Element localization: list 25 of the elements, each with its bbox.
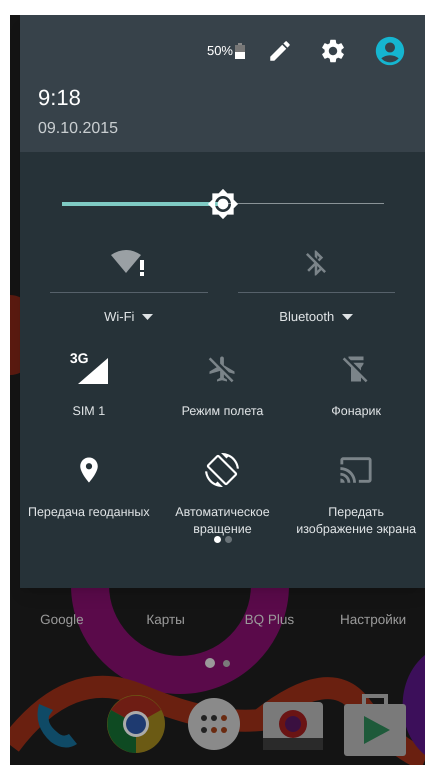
store-bag-icon[interactable]: [344, 692, 406, 756]
tile-label[interactable]: Фонарик: [290, 402, 422, 420]
brightness-slider[interactable]: [62, 190, 384, 218]
app-label[interactable]: Google: [40, 610, 84, 630]
brightness-thumb-icon[interactable]: [206, 188, 238, 220]
app-label[interactable]: Настройки: [340, 610, 406, 630]
user-account-icon[interactable]: [373, 34, 407, 68]
tile-dropdown[interactable]: Wi-Fi: [104, 307, 154, 326]
browser-app-icon[interactable]: [106, 694, 166, 754]
battery-icon: [235, 43, 245, 59]
app-label[interactable]: Карты: [146, 610, 185, 630]
date-text: 09.10.2015: [38, 119, 118, 139]
apps-grid-icon[interactable]: [187, 697, 242, 752]
tile-dropdown[interactable]: Bluetooth: [279, 307, 354, 326]
tile-label[interactable]: Передача геоданных: [22, 504, 155, 520]
settings-icon[interactable]: [319, 37, 347, 65]
battery-percent: 50%: [206, 42, 233, 60]
tile-label[interactable]: Передать изображение экрана: [290, 504, 422, 538]
dropdown-caret-icon: [342, 314, 354, 320]
tile-label[interactable]: SIM 1: [22, 402, 155, 420]
tile-label[interactable]: Автоматическое вращение: [156, 504, 288, 538]
clock-time: 9:18: [38, 87, 81, 109]
app-label[interactable]: BQ Plus: [244, 610, 294, 630]
tile-label[interactable]: Режим полета: [156, 402, 288, 420]
dropdown-caret-icon: [142, 314, 154, 320]
